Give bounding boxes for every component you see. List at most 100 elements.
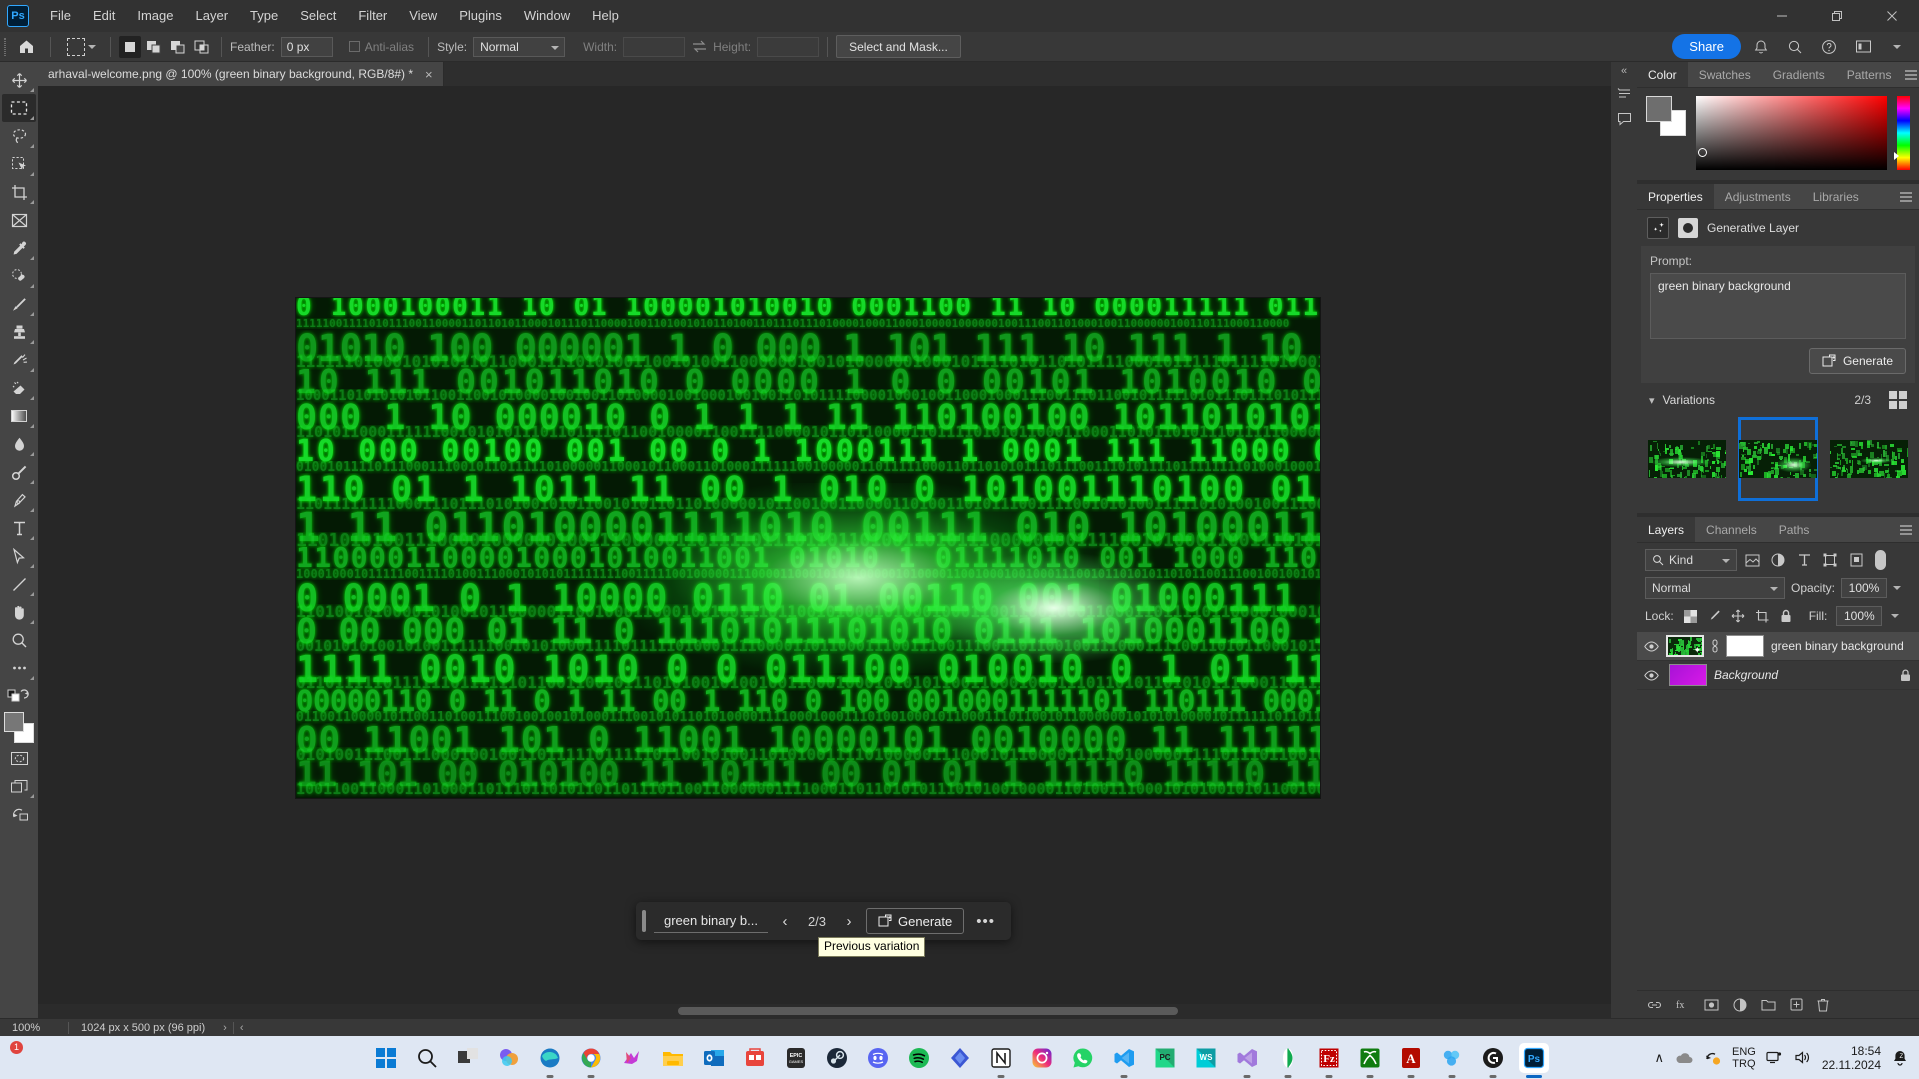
hand-tool[interactable] (2, 598, 36, 626)
chevron-down-icon[interactable]: ▾ (1649, 394, 1655, 407)
canvas-horizontal-scrollbar[interactable] (38, 1004, 1649, 1018)
width-input[interactable] (623, 36, 686, 57)
taskbar-xbox-icon[interactable] (1355, 1043, 1385, 1078)
language-indicator[interactable]: ENG TRQ (1732, 1046, 1756, 1070)
menu-plugins[interactable]: Plugins (448, 2, 513, 30)
taskbar-microsoft-edge-icon[interactable] (535, 1043, 565, 1078)
taskbar-photoshop-icon[interactable]: Ps (1518, 1042, 1549, 1078)
menu-filter[interactable]: Filter (347, 2, 398, 30)
taskbar-windows-start-icon[interactable] (371, 1043, 401, 1073)
taskbar-power-automate-icon[interactable] (945, 1043, 975, 1073)
layer-name[interactable]: Background (1714, 668, 1778, 682)
panel-menu-icon[interactable] (1893, 184, 1919, 209)
notification-badge-app[interactable]: 1 (8, 1040, 38, 1073)
clock[interactable]: 18:54 22.11.2024 (1822, 1044, 1881, 1072)
tab-color[interactable]: Color (1637, 62, 1688, 87)
frame-tool[interactable] (2, 206, 36, 234)
prompt-input[interactable]: green binary background (1650, 273, 1906, 339)
taskbar-copilot-icon[interactable] (494, 1043, 524, 1073)
search-icon[interactable] (1781, 34, 1809, 60)
type-filter-icon[interactable] (1793, 549, 1815, 571)
taskbar-epic-games-icon[interactable]: EPIC GAMES (781, 1043, 811, 1073)
color-panel-swatches[interactable] (1646, 96, 1686, 136)
close-icon[interactable]: × (421, 67, 437, 82)
history-brush-tool[interactable] (2, 346, 36, 374)
spot-healing-brush-tool[interactable] (2, 262, 36, 290)
move-tool[interactable] (2, 66, 36, 94)
dodge-tool[interactable] (2, 458, 36, 486)
more-options-icon[interactable]: ••• (968, 913, 1003, 930)
taskbar-file-explorer-icon[interactable] (658, 1043, 688, 1073)
taskbar-discord-icon[interactable] (863, 1043, 893, 1073)
add-to-selection-button[interactable] (143, 36, 165, 58)
new-selection-button[interactable] (119, 35, 141, 58)
lock-transparent-pixels-icon[interactable] (1683, 608, 1698, 624)
bell-icon[interactable] (1747, 34, 1775, 60)
crop-tool[interactable] (2, 178, 36, 206)
fill-input[interactable]: 100% (1836, 606, 1883, 626)
adjustment-filter-icon[interactable] (1767, 549, 1789, 571)
layer-name[interactable]: green binary background (1771, 639, 1904, 653)
share-button[interactable]: Share (1672, 34, 1741, 59)
edit-toolbar-icon[interactable] (2, 654, 36, 682)
eraser-tool[interactable] (2, 374, 36, 402)
menu-view[interactable]: View (398, 2, 448, 30)
height-input[interactable] (757, 36, 820, 57)
variation-thumbnail-1[interactable] (1647, 417, 1728, 501)
hue-slider-handle[interactable] (1894, 152, 1899, 160)
foreground-color-swatch[interactable] (1646, 96, 1672, 122)
select-and-mask-button[interactable]: Select and Mask... (836, 35, 961, 58)
contextual-taskbar[interactable]: green binary b... ‹ 2/3 › Generate ••• (636, 902, 1011, 940)
intersect-with-selection-button[interactable] (191, 36, 213, 58)
taskbar-pycharm-icon[interactable]: PC (1150, 1043, 1180, 1073)
taskbar-github-copilot-icon[interactable] (1478, 1043, 1508, 1078)
taskbar-webstorm-icon[interactable]: WS (1191, 1043, 1221, 1073)
onedrive-icon[interactable] (1674, 1051, 1694, 1065)
type-tool[interactable] (2, 514, 36, 542)
taskbar-filezilla-icon[interactable]: Fz (1314, 1043, 1344, 1078)
restore-icon[interactable] (1809, 0, 1864, 32)
subtract-from-selection-button[interactable] (167, 36, 189, 58)
taskbar-search-icon[interactable] (412, 1043, 442, 1073)
previous-variation-button[interactable]: ‹ (772, 908, 798, 934)
screen-mode-icon[interactable] (2, 772, 36, 800)
lock-position-icon[interactable] (1731, 608, 1746, 624)
menu-edit[interactable]: Edit (82, 2, 126, 30)
lock-all-icon[interactable] (1779, 608, 1794, 624)
color-picker-handle[interactable] (1698, 148, 1707, 157)
history-icon[interactable] (1611, 80, 1637, 106)
layer-visibility-icon[interactable] (1643, 640, 1659, 652)
layer-row-background[interactable]: Background (1637, 661, 1919, 690)
brush-tool[interactable] (2, 290, 36, 318)
status-expand-icon[interactable]: › (217, 1022, 233, 1034)
default-colors-icon[interactable] (2, 682, 36, 710)
anti-alias-checkbox[interactable] (348, 41, 360, 52)
menu-help[interactable]: Help (581, 2, 630, 30)
variation-thumbnail-2[interactable] (1737, 417, 1819, 501)
menu-select[interactable]: Select (289, 2, 347, 30)
close-icon[interactable] (1864, 0, 1919, 32)
taskbar-visual-studio-icon[interactable] (1232, 1043, 1262, 1078)
notification-bell-icon[interactable]: Z (1891, 1049, 1909, 1066)
taskbar-whatsapp-icon[interactable] (1068, 1043, 1098, 1073)
taskbar-mongodb-compass-icon[interactable] (1273, 1043, 1303, 1078)
layer-thumbnail[interactable] (1669, 664, 1707, 686)
new-layer-icon[interactable] (1790, 998, 1803, 1011)
path-selection-tool[interactable] (2, 542, 36, 570)
mask-link-icon[interactable] (1711, 639, 1719, 653)
collapse-panels-button[interactable]: « (1611, 62, 1637, 80)
style-select[interactable]: Normal (473, 36, 566, 57)
tab-channels[interactable]: Channels (1695, 517, 1768, 542)
taskbar-visual-studio-code-icon[interactable] (1109, 1043, 1139, 1078)
panel-menu-icon[interactable] (1902, 62, 1919, 87)
scrollbar-thumb[interactable] (678, 1007, 1178, 1015)
menu-image[interactable]: Image (126, 2, 184, 30)
new-group-icon[interactable] (1761, 999, 1776, 1011)
contextual-taskbar-grip[interactable] (642, 910, 646, 932)
layer-mask-thumbnail[interactable] (1726, 635, 1764, 657)
layer-mask-thumbnail[interactable] (1678, 218, 1698, 238)
pixel-filter-icon[interactable] (1741, 549, 1763, 571)
opacity-input[interactable]: 100% (1841, 578, 1888, 598)
tab-layers[interactable]: Layers (1637, 517, 1696, 542)
lock-image-pixels-icon[interactable] (1707, 608, 1722, 624)
